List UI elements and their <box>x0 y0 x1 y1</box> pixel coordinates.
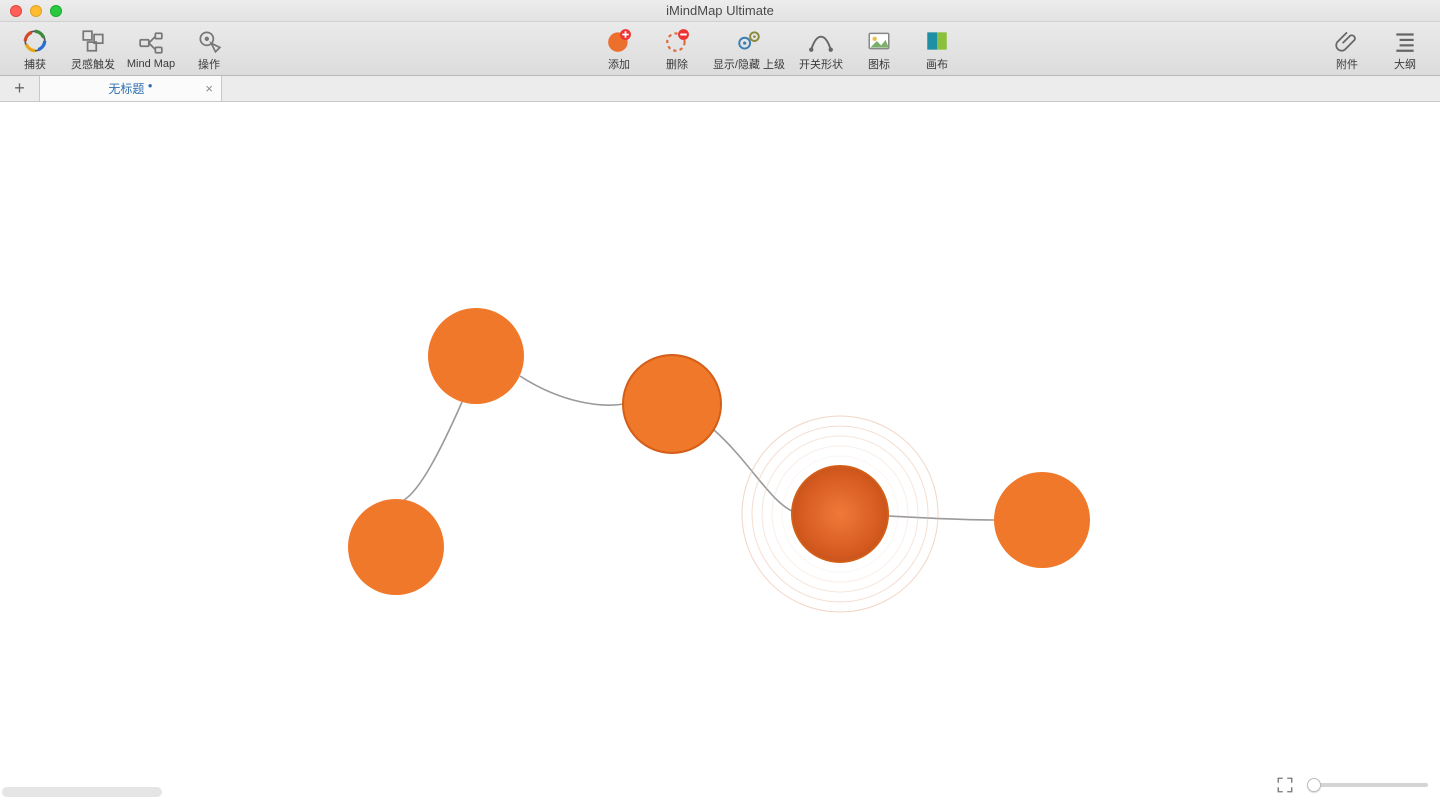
mindmap-edge <box>520 376 624 405</box>
window-minimize-button[interactable] <box>30 5 42 17</box>
show-hide-parent-button[interactable]: 显示/隐藏 上级 <box>706 22 792 75</box>
canvas-style-label: 画布 <box>926 56 948 72</box>
mindmap-node[interactable] <box>623 355 721 453</box>
add-node-button[interactable]: 添加 <box>590 22 648 75</box>
zoom-slider-knob[interactable] <box>1307 778 1321 792</box>
window-titlebar: iMindMap Ultimate <box>0 0 1440 22</box>
mindmap-node[interactable] <box>348 499 444 595</box>
mindmap-edge <box>714 430 794 512</box>
toggle-shape-button[interactable]: 开关形状 <box>792 22 850 75</box>
window-controls <box>0 5 62 17</box>
new-tab-button[interactable]: + <box>0 76 40 101</box>
tab-close-button[interactable]: × <box>205 81 213 96</box>
add-node-label: 添加 <box>608 56 630 72</box>
mindmap-edge <box>404 402 462 500</box>
mindmap-button[interactable]: Mind Map <box>122 22 180 75</box>
delete-node-button[interactable]: 删除 <box>648 22 706 75</box>
toggle-shape-label: 开关形状 <box>799 56 843 72</box>
delete-node-label: 删除 <box>666 56 688 72</box>
toolbar-group-left: 捕获 灵感触发 Mind Map 操作 <box>6 22 238 75</box>
mindmap-node[interactable] <box>994 472 1090 568</box>
document-tab-title: 无标题 ● <box>108 80 152 97</box>
mindmap-node[interactable] <box>428 308 524 404</box>
outline-list-icon <box>1392 28 1418 54</box>
boxes-icon <box>80 28 106 54</box>
aperture-icon <box>22 28 48 54</box>
picture-icon <box>866 28 892 54</box>
canvas-style-button[interactable]: 画布 <box>908 22 966 75</box>
toolbar-group-center: 添加 删除 显示/隐藏 上级 开关形状 图标 <box>590 22 966 75</box>
main-toolbar: 捕获 灵感触发 Mind Map 操作 添加 <box>0 22 1440 76</box>
show-hide-parent-label: 显示/隐藏 上级 <box>713 56 785 72</box>
capture-label: 捕获 <box>24 56 46 72</box>
zoom-slider[interactable] <box>1308 783 1428 787</box>
outline-button[interactable]: 大纲 <box>1376 22 1434 75</box>
icon-button[interactable]: 图标 <box>850 22 908 75</box>
circle-plus-icon <box>606 28 632 54</box>
curve-icon <box>808 28 834 54</box>
mindmap-canvas[interactable] <box>0 102 1440 799</box>
plus-icon: + <box>14 78 25 99</box>
document-tabbar: + 无标题 ● × <box>0 76 1440 102</box>
canvas-swatch-icon <box>924 28 950 54</box>
actions-button[interactable]: 操作 <box>180 22 238 75</box>
mindmap-label: Mind Map <box>127 58 175 70</box>
inspire-button[interactable]: 灵感触发 <box>64 22 122 75</box>
gear-pointer-icon <box>196 28 222 54</box>
window-close-button[interactable] <box>10 5 22 17</box>
window-title: iMindMap Ultimate <box>0 3 1440 18</box>
capture-button[interactable]: 捕获 <box>6 22 64 75</box>
attachment-label: 附件 <box>1336 56 1358 72</box>
attachment-button[interactable]: 附件 <box>1318 22 1376 75</box>
gears-icon <box>736 28 762 54</box>
document-tab[interactable]: 无标题 ● × <box>40 76 222 101</box>
paperclip-icon <box>1334 28 1360 54</box>
window-zoom-button[interactable] <box>50 5 62 17</box>
toolbar-group-right: 附件 大纲 <box>1318 22 1434 75</box>
actions-label: 操作 <box>198 56 220 72</box>
mindmap-icon <box>138 30 164 56</box>
inspire-label: 灵感触发 <box>71 56 115 72</box>
fit-to-screen-button[interactable] <box>1276 776 1294 794</box>
icon-button-label: 图标 <box>868 56 890 72</box>
mindmap-edge <box>888 516 994 520</box>
outline-label: 大纲 <box>1394 56 1416 72</box>
mindmap-node[interactable] <box>792 466 888 562</box>
dashed-circle-minus-icon <box>664 28 690 54</box>
status-bar <box>0 771 1440 799</box>
